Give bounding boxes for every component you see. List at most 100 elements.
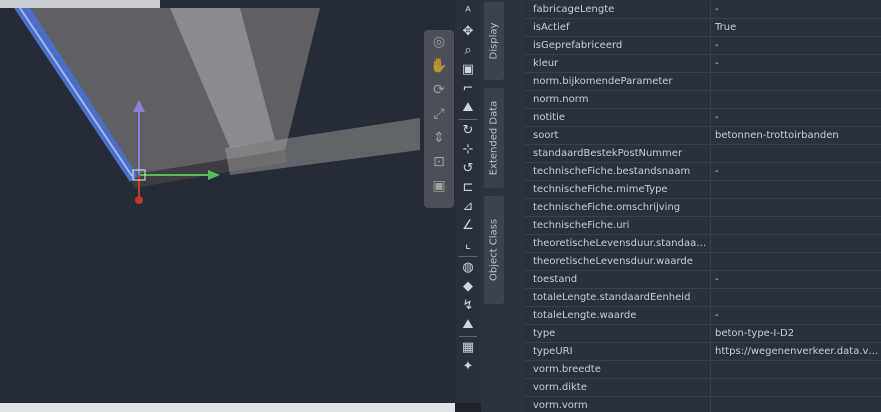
property-key: totaleLengte.standaardEenheid [525,289,711,306]
property-row[interactable]: fabricageLengte - [525,1,881,19]
rotate-icon[interactable]: ↻ [459,122,477,140]
property-value[interactable]: True [711,19,881,36]
property-value[interactable] [711,73,881,90]
property-row[interactable]: vorm.breedte [525,361,881,379]
stairs-2-icon[interactable]: ⛰ [459,316,477,334]
zoom-extents-icon[interactable]: ⤢ [424,102,454,126]
stairs-icon[interactable]: ⛰ [459,99,477,117]
tool-palette: ᴬ ✥ ⌕ ▣ ⌐ ⛰ ↻ ⊹ ↺ ⊏ ⊿ ∠ ⌞ ◍ ◆ ↯ ⛰ ▦ ✦ [455,0,481,403]
property-row[interactable]: totaleLengte.waarde - [525,307,881,325]
property-row[interactable]: notitie - [525,109,881,127]
property-row[interactable]: vorm.dikte [525,379,881,397]
property-value[interactable]: beton-type-I-D2 [711,325,881,342]
pointer-icon[interactable]: ⌐ [459,80,477,98]
property-row[interactable]: soort betonnen-trottoirbanden [525,127,881,145]
move-icon[interactable]: ✥ [459,23,477,41]
property-key: type [525,325,711,342]
property-row[interactable]: isActief True [525,19,881,37]
property-key: technischeFiche.mimeType [525,181,711,198]
text-a-icon[interactable]: ᴬ [459,4,477,22]
property-row[interactable]: theoretischeLevensduur.waarde [525,253,881,271]
gizmo-origin [135,196,143,204]
property-key: theoretischeLevensduur.standaardE... [525,235,711,252]
property-key: typeURI [525,343,711,360]
property-row[interactable]: type beton-type-I-D2 [525,325,881,343]
navigation-bar[interactable]: ◎ ✋ ⟳ ⤢ ⇕ ⊡ ▣ [424,30,454,208]
property-value[interactable]: - [711,307,881,324]
property-key: technischeFiche.bestandsnaam [525,163,711,180]
property-row[interactable]: typeURI https://wegenenverkeer.data.vlaa.… [525,343,881,361]
property-value[interactable] [711,379,881,396]
property-key: fabricageLengte [525,1,711,18]
angle-icon[interactable]: ∠ [459,217,477,235]
pan-icon[interactable]: ✋ [424,54,454,78]
property-key: technischeFiche.omschrijving [525,199,711,216]
property-value[interactable]: - [711,109,881,126]
walk-icon[interactable]: ⇕ [424,126,454,150]
property-value[interactable] [711,235,881,252]
showmotion-icon[interactable]: ▣ [424,174,454,198]
star-icon[interactable]: ✦ [459,358,477,376]
property-value[interactable]: betonnen-trottoirbanden [711,127,881,144]
model-viewport[interactable]: ◎ ✋ ⟳ ⤢ ⇕ ⊡ ▣ [0,0,455,412]
rotate-back-icon[interactable]: ↺ [459,160,477,178]
property-value[interactable] [711,199,881,216]
dimension-icon[interactable]: ⊿ [459,198,477,216]
look-icon[interactable]: ⊡ [424,150,454,174]
property-value[interactable]: https://wegenenverkeer.data.vlaa... [711,343,881,360]
property-row[interactable]: norm.bijkomendeParameter [525,73,881,91]
property-value[interactable] [711,181,881,198]
steering-wheel-icon[interactable]: ◎ [424,30,454,54]
sphere-icon[interactable]: ◍ [459,259,477,277]
property-row[interactable]: technischeFiche.uri [525,217,881,235]
property-value[interactable] [711,361,881,378]
property-value[interactable]: - [711,1,881,18]
property-key: vorm.breedte [525,361,711,378]
align-icon[interactable]: ⊏ [459,179,477,197]
property-key: kleur [525,55,711,72]
property-row[interactable]: toestand - [525,271,881,289]
property-grid: fabricageLengte - isActief True isGeprefabri… [525,0,881,412]
snap-icon[interactable]: ⊹ [459,141,477,159]
tool-separator [459,119,477,120]
property-key: totaleLengte.waarde [525,307,711,324]
property-value[interactable] [711,289,881,306]
tool-separator [459,256,477,257]
property-row[interactable]: norm.norm [525,91,881,109]
grid-icon[interactable]: ▦ [459,339,477,357]
property-value[interactable] [711,253,881,270]
tab-display[interactable]: Display [484,2,504,80]
property-row[interactable]: standaardBestekPostNummer [525,145,881,163]
tab-label: Object Class [488,218,500,282]
image-icon[interactable]: ▣ [459,61,477,79]
property-key: norm.bijkomendeParameter [525,73,711,90]
property-value[interactable]: - [711,163,881,180]
curve-icon[interactable]: ↯ [459,297,477,315]
property-value[interactable]: - [711,271,881,288]
property-row[interactable]: theoretischeLevensduur.standaardE... [525,235,881,253]
tab-label: Display [488,22,500,60]
side-tabs: Display Extended Data Object Class [481,0,525,412]
tab-extended-data[interactable]: Extended Data [484,88,504,188]
property-value[interactable] [711,397,881,412]
tab-object-class[interactable]: Object Class [484,196,504,304]
property-row[interactable]: isGeprefabriceerd - [525,37,881,55]
property-value[interactable] [711,91,881,108]
property-value[interactable] [711,145,881,162]
property-key: soort [525,127,711,144]
property-row[interactable]: technischeFiche.mimeType [525,181,881,199]
orbit-icon[interactable]: ⟳ [424,78,454,102]
fill-icon[interactable]: ◆ [459,278,477,296]
property-value[interactable]: - [711,55,881,72]
property-row[interactable]: vorm.vorm [525,397,881,412]
property-row[interactable]: totaleLengte.standaardEenheid [525,289,881,307]
zoom-icon[interactable]: ⌕ [459,42,477,60]
property-row[interactable]: technischeFiche.bestandsnaam - [525,163,881,181]
property-value[interactable]: - [711,37,881,54]
property-row[interactable]: kleur - [525,55,881,73]
tool-separator [459,336,477,337]
corner-icon[interactable]: ⌞ [459,236,477,254]
property-row[interactable]: technischeFiche.omschrijving [525,199,881,217]
property-value[interactable] [711,217,881,234]
tab-label: Extended Data [488,100,500,176]
